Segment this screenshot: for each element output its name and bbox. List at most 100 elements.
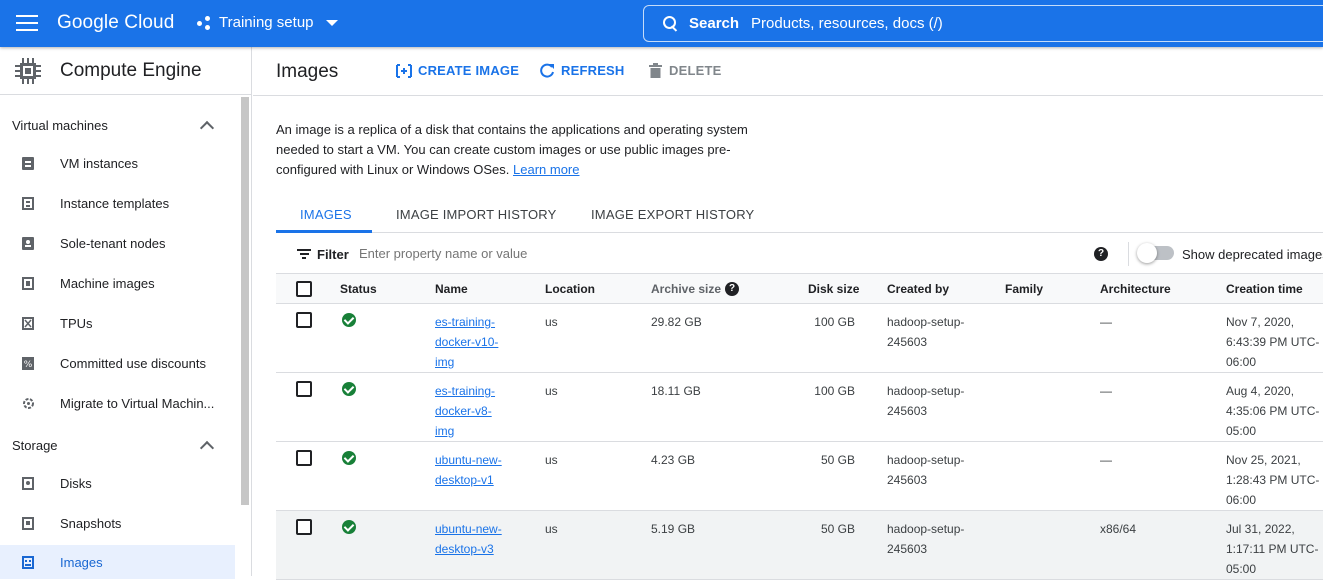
column-architecture[interactable]: Architecture: [1100, 282, 1171, 296]
creation-time-cell: Jul 31, 2022, 1:17:11 PM UTC- 05:00: [1226, 519, 1318, 579]
name-line: img: [435, 355, 455, 369]
search-bar[interactable]: Search Products, resources, docs (/): [643, 5, 1323, 42]
created-by-cell: hadoop-setup- 245603: [887, 519, 964, 559]
sidebar: Compute Engine Virtual machines VM insta…: [0, 47, 252, 579]
project-selector[interactable]: Training setup: [197, 14, 338, 31]
image-name-link[interactable]: ubuntu-new- desktop-v1: [435, 450, 502, 490]
status-ok-icon: [342, 313, 356, 327]
column-archive-size[interactable]: Archive size: [651, 282, 721, 296]
disk-size-cell: 50 GB: [820, 522, 855, 536]
column-location[interactable]: Location: [545, 282, 595, 296]
created-by-line: 245603: [887, 404, 928, 418]
architecture-cell: —: [1100, 384, 1112, 398]
creation-time-line: 06:00: [1226, 355, 1257, 369]
image-name-link[interactable]: es-training- docker-v10- img: [435, 312, 498, 372]
row-checkbox[interactable]: [296, 381, 312, 397]
name-line: docker-v10-: [435, 335, 499, 349]
name-line: es-training-: [435, 384, 496, 398]
image-name-link[interactable]: es-training- docker-v8- img: [435, 381, 495, 441]
help-icon[interactable]: ?: [1094, 247, 1108, 261]
tab-images[interactable]: IMAGES: [300, 207, 352, 222]
tpu-icon: [22, 316, 34, 330]
delete-button[interactable]: DELETE: [649, 63, 721, 78]
project-icon: [197, 15, 213, 31]
sole-tenant-icon: [22, 236, 34, 250]
sidebar-item-images[interactable]: Images: [0, 545, 235, 579]
image-name-link[interactable]: ubuntu-new- desktop-v3: [435, 519, 502, 559]
active-tab-indicator: [276, 230, 372, 233]
sidebar-item-tpus[interactable]: TPUs: [0, 307, 235, 339]
sidebar-scrollbar[interactable]: [241, 97, 249, 505]
created-by-line: 245603: [887, 542, 928, 556]
filter-icon: [297, 249, 311, 259]
vm-icon: [22, 156, 34, 170]
archive-size-help-icon[interactable]: ?: [725, 282, 739, 296]
column-creation-time[interactable]: Creation time: [1226, 282, 1303, 296]
sidebar-item-instance-templates[interactable]: Instance templates: [0, 187, 235, 219]
create-image-button[interactable]: CREATE IMAGE: [396, 63, 519, 78]
location-cell: us: [545, 453, 558, 467]
archive-size-cell: 5.19 GB: [651, 522, 696, 536]
machine-image-icon: [22, 276, 34, 290]
sidebar-item-sole-tenant-nodes[interactable]: Sole-tenant nodes: [0, 227, 235, 259]
svg-text:%: %: [24, 360, 33, 370]
creation-time-line: 4:35:06 PM UTC-: [1226, 404, 1320, 418]
sidebar-item-migrate[interactable]: Migrate to Virtual Machin...: [0, 387, 235, 419]
select-all-checkbox[interactable]: [296, 281, 312, 297]
creation-time-line: Nov 25, 2021,: [1226, 453, 1301, 467]
collapse-virtual-machines-icon[interactable]: [199, 120, 215, 136]
column-family[interactable]: Family: [1005, 282, 1043, 296]
name-line: es-training-: [435, 315, 496, 329]
refresh-label: REFRESH: [561, 63, 625, 78]
creation-time-line: 05:00: [1226, 562, 1257, 576]
architecture-cell: —: [1100, 315, 1112, 329]
sidebar-item-committed-use-discounts[interactable]: % Committed use discounts: [0, 347, 235, 379]
page-title: Images: [276, 61, 339, 82]
sidebar-item-snapshots[interactable]: Snapshots: [0, 507, 235, 539]
column-disk-size[interactable]: Disk size: [808, 282, 859, 296]
tab-image-import-history[interactable]: IMAGE IMPORT HISTORY: [396, 207, 557, 222]
show-deprecated-toggle[interactable]: [1137, 243, 1174, 263]
google-cloud-logo[interactable]: Google Cloud: [57, 12, 174, 34]
creation-time-line: 06:00: [1226, 493, 1257, 507]
column-name[interactable]: Name: [435, 282, 468, 296]
disk-size-cell: 100 GB: [814, 315, 855, 329]
row-checkbox[interactable]: [296, 312, 312, 328]
sidebar-item-machine-images[interactable]: Machine images: [0, 267, 235, 299]
sidebar-item-label: Migrate to Virtual Machin...: [60, 395, 215, 411]
archive-size-cell: 18.11 GB: [651, 384, 701, 398]
name-line: img: [435, 424, 455, 438]
page-toolbar: Images CREATE IMAGE REFRESH DELETE: [253, 47, 1323, 96]
sidebar-item-label: VM instances: [60, 155, 139, 171]
name-line: desktop-v3: [435, 542, 494, 556]
top-app-bar: Google Cloud Training setup Search Produ…: [0, 0, 1323, 47]
name-line: ubuntu-new-: [435, 522, 502, 536]
sidebar-item-label: TPUs: [60, 315, 93, 331]
creation-time-cell: Aug 4, 2020, 4:35:06 PM UTC- 05:00: [1226, 381, 1319, 441]
menu-icon[interactable]: [16, 15, 38, 31]
created-by-line: hadoop-setup-: [887, 384, 965, 398]
column-created-by[interactable]: Created by: [887, 282, 949, 296]
creation-time-line: Jul 31, 2022,: [1226, 522, 1295, 536]
architecture-cell: —: [1100, 453, 1112, 467]
show-deprecated-label: Show deprecated images: [1182, 247, 1323, 262]
sidebar-item-disks[interactable]: Disks: [0, 467, 235, 499]
created-by-cell: hadoop-setup- 245603: [887, 312, 964, 352]
divider: [1128, 242, 1129, 266]
sidebar-item-label: Images: [60, 554, 103, 570]
migrate-icon: [22, 397, 34, 410]
learn-more-link[interactable]: Learn more: [513, 162, 579, 177]
snapshot-icon: [22, 516, 34, 530]
filter-input[interactable]: [359, 246, 759, 261]
row-checkbox[interactable]: [296, 519, 312, 535]
collapse-storage-icon[interactable]: [199, 440, 215, 456]
column-status[interactable]: Status: [340, 282, 377, 296]
refresh-button[interactable]: REFRESH: [540, 63, 625, 78]
row-checkbox[interactable]: [296, 450, 312, 466]
location-cell: us: [545, 522, 558, 536]
name-line: desktop-v1: [435, 473, 494, 487]
sidebar-item-vm-instances[interactable]: VM instances: [0, 147, 235, 179]
tab-image-export-history[interactable]: IMAGE EXPORT HISTORY: [591, 207, 754, 222]
delete-label: DELETE: [669, 63, 722, 78]
name-line: ubuntu-new-: [435, 453, 502, 467]
